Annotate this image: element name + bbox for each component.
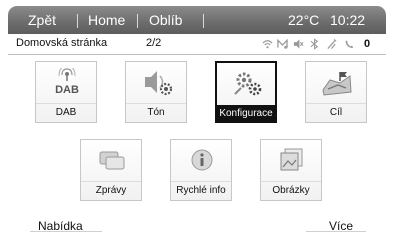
top-bar-divider xyxy=(77,14,78,28)
home-button[interactable]: Home xyxy=(88,6,125,34)
wifi-icon xyxy=(262,40,273,49)
mute-icon xyxy=(293,39,304,49)
battery-icon: 0 xyxy=(364,38,371,50)
phone-icon xyxy=(345,40,354,48)
pictures-icon xyxy=(280,148,303,171)
info-icon xyxy=(191,149,213,171)
tile-dab[interactable]: DAB DAB xyxy=(35,61,97,123)
tile-label: Obrázky xyxy=(261,181,321,200)
status-row: Domovská stránka 2/2 0 xyxy=(16,37,386,53)
messages-icon xyxy=(277,38,288,49)
infotainment-screen: Zpět Home Oblíb 22°C 10:22 Domovská strá… xyxy=(0,0,396,240)
tile-messages[interactable]: Zprávy xyxy=(80,139,142,201)
bluetooth-icon xyxy=(310,38,319,50)
favorites-button[interactable]: Oblíb xyxy=(149,6,182,34)
tile-label: Zprávy xyxy=(81,181,141,200)
header-divider xyxy=(8,54,386,55)
tile-label: Cíl xyxy=(306,103,366,122)
bottom-bar: Nabídka Více xyxy=(0,216,396,240)
top-bar: Zpět Home Oblíb 22°C 10:22 xyxy=(8,6,386,34)
tile-configuration[interactable]: Konfigurace xyxy=(215,61,277,123)
dab-radio-icon: DAB xyxy=(55,68,79,96)
temperature-display: 22°C xyxy=(288,12,320,28)
tone-settings-icon xyxy=(145,71,173,96)
tile-label: Tón xyxy=(126,103,186,122)
messages-icon xyxy=(99,151,125,170)
tile-quick-info[interactable]: Rychlé info xyxy=(170,139,232,201)
tile-label: DAB xyxy=(36,103,96,122)
tile-label: Rychlé info xyxy=(171,181,231,200)
top-bar-divider xyxy=(203,14,204,28)
status-icons: 0 xyxy=(262,38,378,51)
more-underline xyxy=(306,231,366,232)
tile-tone[interactable]: Tón xyxy=(125,61,187,123)
page-title: Domovská stránka xyxy=(16,37,108,49)
configuration-icon xyxy=(234,72,262,96)
dab-icon-text: DAB xyxy=(55,84,79,96)
clock-display: 10:22 xyxy=(330,12,366,28)
network-icon xyxy=(327,39,337,49)
menu-underline xyxy=(30,231,102,232)
top-bar-divider xyxy=(137,14,138,28)
tile-pictures[interactable]: Obrázky xyxy=(260,139,322,201)
destination-map-icon xyxy=(322,72,352,96)
tile-label: Konfigurace xyxy=(217,105,275,122)
back-button[interactable]: Zpět xyxy=(28,6,56,34)
page-indicator: 2/2 xyxy=(146,37,162,49)
tile-destination[interactable]: Cíl xyxy=(305,61,367,123)
